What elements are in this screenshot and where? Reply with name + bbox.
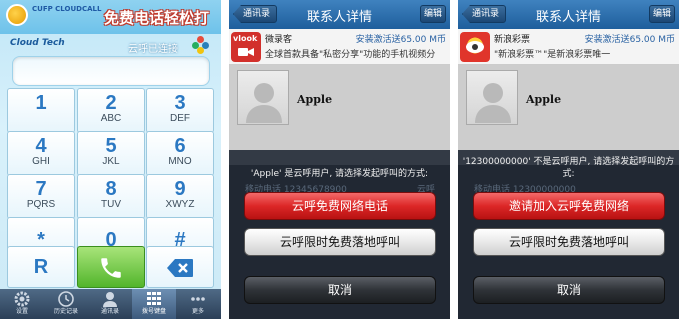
tab-more[interactable]: 更多 bbox=[176, 289, 220, 319]
nav-bar: 通讯录 联系人详情 编辑 bbox=[229, 0, 450, 29]
ad-reward: 安装激活送65.00 M币 bbox=[584, 35, 675, 45]
ad-banner[interactable]: vlook 微录客 安装激活送65.00 M币 全球首款具备"私密分享"功能的手… bbox=[229, 29, 450, 65]
free-network-call-button[interactable]: 云呼免费网络电话 bbox=[244, 192, 436, 220]
ad-title: 微录客 bbox=[265, 35, 293, 45]
cancel-button[interactable]: 取消 bbox=[244, 276, 436, 304]
key-1[interactable]: 1 bbox=[7, 88, 75, 133]
clock-icon bbox=[58, 291, 74, 307]
page-title: 联系人详情 bbox=[306, 10, 372, 25]
page-title: 联系人详情 bbox=[535, 10, 601, 25]
contact-photo[interactable] bbox=[237, 70, 289, 125]
key-letters: ABC bbox=[100, 113, 122, 124]
sina-eye-icon bbox=[466, 41, 484, 53]
tab-label: 更多 bbox=[191, 308, 204, 315]
tab-label: 历史记录 bbox=[53, 308, 78, 315]
key-7[interactable]: 7 PQRS bbox=[7, 174, 75, 219]
key-8[interactable]: 8 TUV bbox=[77, 174, 145, 219]
cancel-button[interactable]: 取消 bbox=[473, 276, 665, 304]
vlook-app-icon: vlook bbox=[231, 32, 261, 62]
app-slogan: 免费电话轻松打 bbox=[104, 9, 210, 27]
cloudcall-logo-icon bbox=[6, 4, 28, 26]
person-silhouette-icon bbox=[475, 83, 511, 123]
landline-call-button[interactable]: 云呼限时免费落地呼叫 bbox=[473, 228, 665, 256]
edit-button[interactable]: 编辑 bbox=[649, 5, 675, 23]
key-letters: MNO bbox=[168, 156, 192, 167]
tab-label: 通讯录 bbox=[100, 308, 119, 315]
ad-description: 全球首款具备"私密分享"功能的手机视频分 bbox=[265, 50, 436, 60]
tab-contacts[interactable]: 通讯录 bbox=[88, 289, 132, 319]
keypad-icon bbox=[147, 292, 161, 305]
tab-keypad[interactable]: 拨号键盘 bbox=[132, 289, 176, 319]
ad-title: 新浪彩票 bbox=[494, 35, 531, 45]
key-letters: DEF bbox=[170, 113, 190, 124]
dialer-screen: CUFP CLOUDCALL 免费电话轻松打 Cloud Tech 云呼已连接 … bbox=[0, 0, 221, 319]
key-digit: 6 bbox=[174, 135, 186, 157]
app-logo-text: CUFP CLOUDCALL bbox=[32, 5, 102, 13]
connection-status: 云呼已连接 bbox=[128, 44, 178, 55]
tab-label: 拨号键盘 bbox=[141, 308, 166, 315]
key-digit: 7 bbox=[35, 178, 47, 200]
tab-history[interactable]: 历史记录 bbox=[44, 289, 88, 319]
key-letters: GHI bbox=[32, 156, 50, 167]
sina-lottery-icon bbox=[460, 32, 490, 62]
contacts-icon bbox=[103, 292, 117, 307]
key-9[interactable]: 9 XWYZ bbox=[146, 174, 214, 219]
ad-description: "新浪彩票™"是新浪彩票唯一 bbox=[494, 50, 611, 60]
contact-name: Apple bbox=[297, 93, 333, 106]
nav-bar: 通讯录 联系人详情 编辑 bbox=[458, 0, 679, 29]
ad-reward: 安装激活送65.00 M币 bbox=[355, 35, 446, 45]
contact-name: Apple bbox=[526, 93, 562, 106]
key-4[interactable]: 4 GHI bbox=[7, 131, 75, 176]
ad-icon-text: vlook bbox=[233, 34, 258, 43]
call-method-prompt: 'Apple' 是云呼用户, 请选择发起呼叫的方式: bbox=[250, 169, 429, 179]
tab-label: 设置 bbox=[15, 308, 28, 315]
contact-detail-screen-cloud-user: 通讯录 联系人详情 编辑 vlook 微录客 安装激活送65.00 M币 全球首… bbox=[229, 0, 450, 319]
tab-settings[interactable]: 设置 bbox=[0, 289, 44, 319]
invite-to-network-button[interactable]: 邀请加入云呼免费网络 bbox=[473, 192, 665, 220]
ad-banner[interactable]: 新浪彩票 安装激活送65.00 M币 "新浪彩票™"是新浪彩票唯一 bbox=[458, 29, 679, 65]
key-3[interactable]: 3 DEF bbox=[146, 88, 214, 133]
contact-detail-screen-non-user: 通讯录 联系人详情 编辑 新浪彩票 安装激活送65.00 M币 "新浪彩票™"是… bbox=[458, 0, 679, 319]
key-5[interactable]: 5 JKL bbox=[77, 131, 145, 176]
key-letters: TUV bbox=[101, 199, 121, 210]
key-2[interactable]: 2 ABC bbox=[77, 88, 145, 133]
phone-icon bbox=[101, 258, 121, 278]
status-flower-icon bbox=[192, 36, 210, 54]
key-letters: XWYZ bbox=[165, 199, 195, 210]
key-digit: 5 bbox=[105, 135, 117, 157]
key-digit: 2 bbox=[105, 92, 117, 114]
key-digit: 1 bbox=[35, 92, 47, 114]
app-header: CUFP CLOUDCALL 免费电话轻松打 bbox=[0, 0, 221, 34]
contact-photo[interactable] bbox=[466, 70, 518, 125]
call-button[interactable] bbox=[77, 246, 145, 288]
number-display-input[interactable] bbox=[12, 56, 210, 86]
key-digit: R bbox=[33, 256, 49, 278]
gear-icon bbox=[14, 291, 30, 307]
person-silhouette-icon bbox=[246, 83, 282, 123]
key-letters: PQRS bbox=[26, 199, 56, 210]
backspace-icon bbox=[167, 259, 193, 277]
key-digit: 4 bbox=[35, 135, 47, 157]
edit-button[interactable]: 编辑 bbox=[420, 5, 446, 23]
more-icon bbox=[191, 297, 205, 301]
key-digit: 8 bbox=[105, 178, 117, 200]
video-camera-icon bbox=[238, 48, 254, 56]
bottom-tab-bar: 设置 历史记录 通讯录 拨号键盘 更多 bbox=[0, 289, 221, 319]
key-letters: JKL bbox=[102, 156, 120, 167]
landline-call-button[interactable]: 云呼限时免费落地呼叫 bbox=[244, 228, 436, 256]
key-6[interactable]: 6 MNO bbox=[146, 131, 214, 176]
key-redial[interactable]: R bbox=[7, 246, 75, 288]
key-digit: 9 bbox=[174, 178, 186, 200]
call-method-prompt: '12300000000' 不是云呼用户, 请选择发起呼叫的方式: bbox=[462, 157, 675, 179]
brand-label: Cloud Tech bbox=[10, 38, 65, 48]
backspace-button[interactable] bbox=[146, 246, 214, 288]
key-digit: 3 bbox=[174, 92, 186, 114]
